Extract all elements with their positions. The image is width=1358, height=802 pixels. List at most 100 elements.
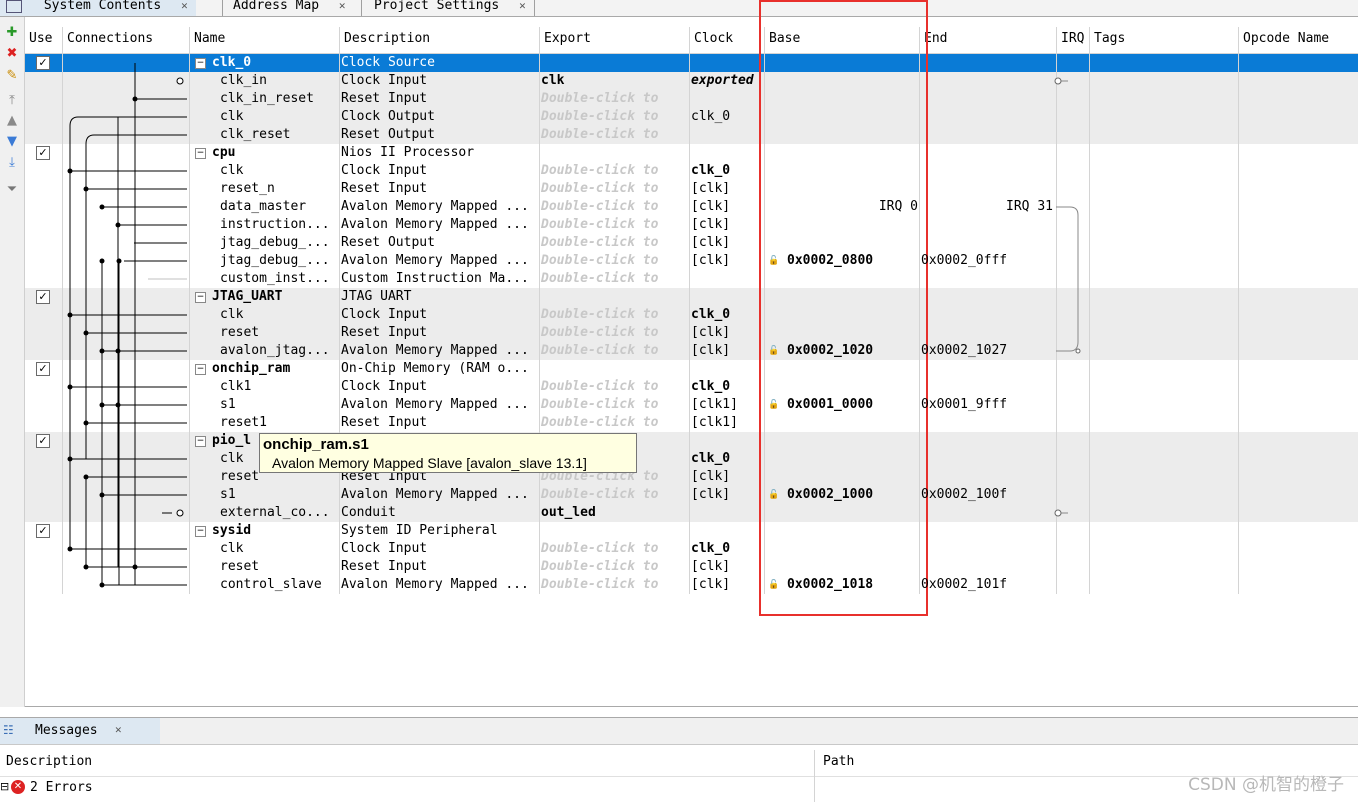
- tab-label: Address Map: [233, 0, 320, 13]
- column-header-connections[interactable]: Connections: [63, 27, 189, 53]
- export-cell: Double-click to: [541, 577, 659, 592]
- lock-icon[interactable]: 🔓: [768, 396, 779, 414]
- description-cell: Conduit: [341, 505, 396, 520]
- collapse-icon[interactable]: −: [195, 364, 206, 375]
- messages-icon: ☷: [3, 723, 14, 737]
- connections-graph[interactable]: [62, 54, 190, 594]
- end-address-cell: [921, 432, 1055, 450]
- tab-project-settings[interactable]: Project Settings ✕: [374, 0, 534, 16]
- edit-icon[interactable]: ✎: [4, 68, 20, 84]
- column-header-export[interactable]: Export: [540, 27, 688, 53]
- collapse-icon[interactable]: −: [195, 292, 206, 303]
- end-address-cell: [921, 324, 1055, 342]
- description-cell: Clock Output: [341, 109, 435, 124]
- use-checkbox[interactable]: ✓: [36, 524, 50, 538]
- remove-icon[interactable]: ✖: [4, 46, 20, 62]
- collapse-icon[interactable]: −: [195, 526, 206, 537]
- end-address-cell: 0x0002_1027: [921, 343, 1008, 358]
- lock-icon[interactable]: 🔓: [768, 342, 779, 360]
- description-cell: Avalon Memory Mapped ...: [341, 217, 529, 232]
- clock-cell: [691, 360, 764, 378]
- base-address-cell: [787, 270, 917, 288]
- export-cell: Double-click to: [541, 235, 659, 250]
- tab-messages[interactable]: ☷ Messages ✕: [0, 718, 160, 744]
- column-header-use[interactable]: Use: [25, 27, 63, 53]
- port-name: clk1: [220, 379, 252, 394]
- end-address-cell: [921, 54, 1055, 72]
- use-checkbox[interactable]: ✓: [36, 434, 50, 448]
- messages-row-errors[interactable]: ⊟ ✕ 2 Errors: [0, 777, 1358, 799]
- clock-cell: [clk1]: [691, 415, 738, 430]
- module-name: JTAG_UART: [212, 289, 283, 304]
- port-name: reset: [220, 559, 260, 574]
- end-address-cell: [921, 126, 1055, 144]
- clock-cell: [clk]: [691, 343, 731, 358]
- lock-icon[interactable]: 🔓: [768, 252, 779, 270]
- column-header-clock[interactable]: Clock: [690, 27, 764, 53]
- column-header-end[interactable]: End: [920, 27, 1056, 53]
- use-checkbox[interactable]: ✓: [36, 362, 50, 376]
- base-address-cell: 0x0001_0000: [787, 397, 874, 412]
- end-address-cell: [921, 414, 1055, 432]
- column-header-path[interactable]: Path: [823, 754, 854, 769]
- close-icon[interactable]: ✕: [339, 0, 346, 12]
- clock-cell: [clk]: [691, 199, 731, 214]
- expand-icon[interactable]: ⊟: [0, 780, 9, 793]
- export-cell: clk: [541, 73, 565, 88]
- use-checkbox[interactable]: ✓: [36, 290, 50, 304]
- end-address-cell: [921, 108, 1055, 126]
- port-name: clk_in_reset: [220, 91, 314, 106]
- close-icon[interactable]: ✕: [519, 0, 526, 12]
- end-address-cell: [921, 378, 1055, 396]
- port-name: reset: [220, 325, 260, 340]
- module-name: cpu: [212, 145, 236, 160]
- export-cell: Double-click to: [541, 271, 659, 286]
- filter-icon[interactable]: ⏷: [4, 182, 20, 198]
- column-header-tags[interactable]: Tags: [1090, 27, 1238, 53]
- description-cell: Clock Source: [341, 55, 435, 70]
- export-cell: out_led: [541, 505, 596, 520]
- base-address-cell: 0x0002_1018: [787, 577, 874, 592]
- tab-address-map[interactable]: Address Map ✕: [233, 0, 353, 16]
- move-up-icon[interactable]: ▲: [4, 113, 20, 129]
- export-cell: Double-click to: [541, 163, 659, 178]
- tooltip-title: onchip_ram.s1: [263, 436, 369, 453]
- tab-system-contents[interactable]: System Contents ✕: [0, 0, 196, 16]
- description-cell: Clock Input: [341, 73, 428, 88]
- close-icon[interactable]: ✕: [181, 0, 188, 12]
- collapse-icon[interactable]: −: [195, 58, 206, 69]
- base-address-cell: [787, 216, 917, 234]
- clock-cell: clk_0: [691, 163, 731, 178]
- description-cell: Clock Input: [341, 307, 428, 322]
- close-icon[interactable]: ✕: [115, 723, 122, 736]
- base-address-cell: [787, 90, 917, 108]
- tab-label: Messages: [35, 723, 98, 738]
- port-name: reset1: [220, 415, 267, 430]
- column-header-irq[interactable]: IRQ: [1057, 27, 1088, 53]
- clock-cell: clk_0: [691, 109, 731, 124]
- lock-icon[interactable]: 🔓: [768, 486, 779, 504]
- base-address-cell: [787, 378, 917, 396]
- end-address-cell: [921, 306, 1055, 324]
- add-icon[interactable]: ✚: [4, 25, 20, 41]
- column-header-description[interactable]: Description: [6, 754, 92, 769]
- port-name: clk_reset: [220, 127, 291, 142]
- export-cell: Double-click to: [541, 541, 659, 556]
- collapse-icon[interactable]: −: [195, 148, 206, 159]
- lock-icon[interactable]: 🔓: [768, 576, 779, 594]
- move-top-icon[interactable]: ⤒: [4, 93, 20, 109]
- base-address-cell: [787, 468, 917, 486]
- clock-cell: [clk]: [691, 217, 731, 232]
- use-checkbox[interactable]: ✓: [36, 56, 50, 70]
- column-header-opcode-name[interactable]: Opcode Name: [1239, 27, 1358, 53]
- port-name: data_master: [220, 199, 307, 214]
- move-bottom-icon[interactable]: ⤓: [4, 155, 20, 171]
- collapse-icon[interactable]: −: [195, 436, 206, 447]
- move-down-icon[interactable]: ▼: [4, 134, 20, 150]
- use-checkbox[interactable]: ✓: [36, 146, 50, 160]
- base-address-cell: [787, 540, 917, 558]
- column-header-description[interactable]: Description: [340, 27, 538, 53]
- clock-cell: [691, 144, 764, 162]
- port-name: reset_n: [220, 181, 275, 196]
- column-header-name[interactable]: Name: [190, 27, 338, 53]
